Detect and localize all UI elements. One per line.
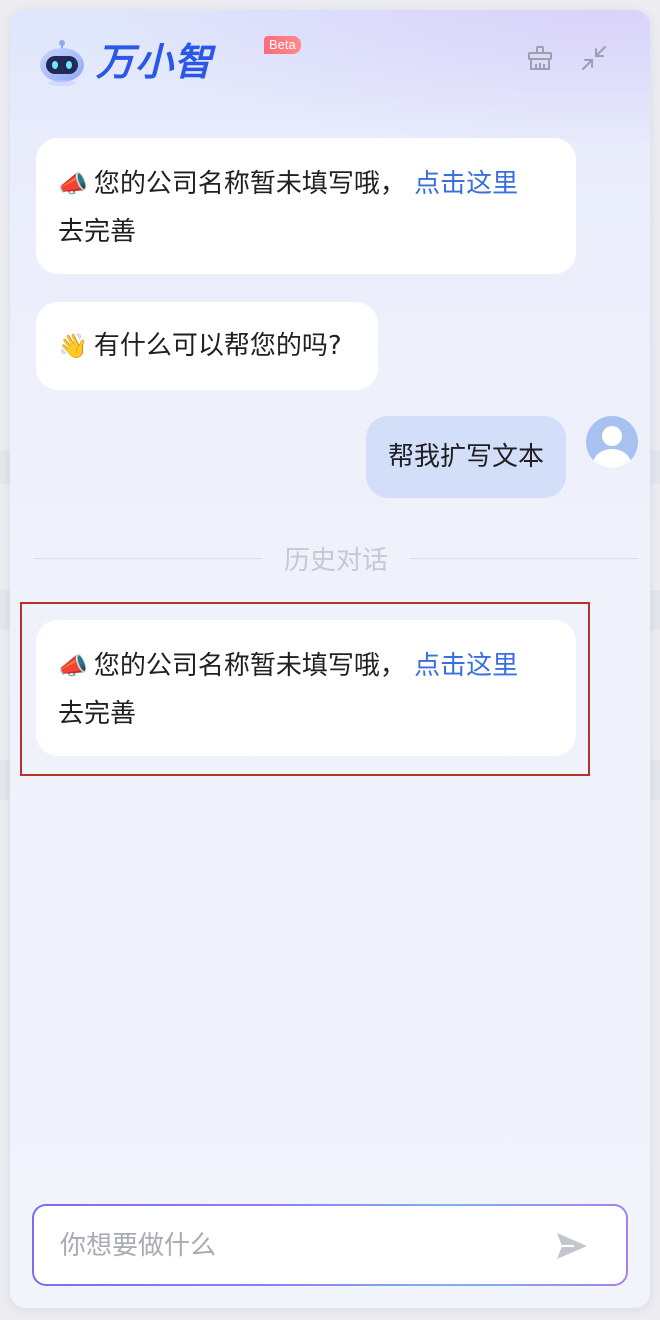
brand-title: 万小智 bbox=[96, 40, 214, 84]
megaphone-icon: 📣 bbox=[58, 170, 88, 198]
message-text: 您的公司名称暂未填写哦， bbox=[93, 169, 406, 199]
history-label: 历史对话 bbox=[284, 545, 389, 576]
message-text: 有什么可以帮您的吗? bbox=[93, 331, 342, 361]
waving-hand-icon: 👋 bbox=[58, 332, 88, 360]
robot-logo-icon bbox=[36, 37, 88, 87]
bot-message: 👋 有什么可以帮您的吗? bbox=[36, 302, 378, 390]
beta-badge: Beta bbox=[264, 36, 301, 54]
bot-message: 📣 您的公司名称暂未填写哦， 点击这里 去完善 bbox=[36, 138, 576, 274]
chat-input-box bbox=[34, 1206, 626, 1286]
complete-company-link[interactable]: 点击这里 bbox=[414, 169, 518, 199]
send-icon[interactable] bbox=[554, 1228, 590, 1264]
divider-line bbox=[410, 557, 639, 559]
history-divider: 历史对话 bbox=[34, 538, 639, 578]
chat-input-container bbox=[32, 1204, 628, 1286]
divider-line bbox=[34, 557, 262, 559]
panel-header: 万小智 Beta bbox=[36, 34, 301, 90]
chat-input[interactable] bbox=[58, 1206, 522, 1286]
message-suffix: 去完善 bbox=[58, 217, 137, 247]
user-message: 帮我扩写文本 bbox=[366, 416, 567, 498]
broom-icon[interactable] bbox=[526, 44, 554, 72]
minimize-icon[interactable] bbox=[580, 44, 608, 72]
user-avatar bbox=[586, 416, 638, 468]
highlight-box bbox=[20, 602, 590, 776]
avatar-icon bbox=[593, 426, 631, 468]
